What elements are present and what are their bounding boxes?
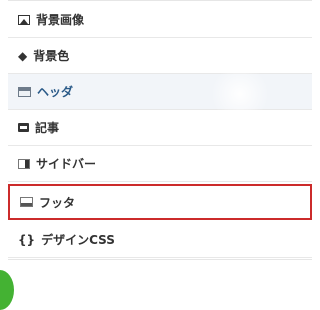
menu-item-label: 背景画像 [36, 13, 85, 27]
code-braces-icon: {} [18, 232, 36, 247]
menu-item-label: デザインCSS [41, 233, 115, 247]
menu-item-label: フッタ [39, 195, 76, 210]
menu-item-footer[interactable]: フッタ [8, 184, 312, 220]
paint-bucket-icon: ◆ [18, 48, 28, 63]
menu-item-background-color[interactable]: ◆ 背景色 [8, 38, 312, 74]
menu-item-background-image[interactable]: 背景画像 [8, 2, 312, 38]
sidebar-layout-icon [18, 158, 30, 169]
footer-layout-icon [20, 197, 33, 207]
article-icon [18, 123, 29, 132]
menu-item-label: ヘッダ [37, 85, 74, 99]
menu-item-label: サイドバー [36, 157, 97, 171]
header-layout-icon [18, 86, 31, 97]
menu-item-article[interactable]: 記事 [8, 110, 312, 146]
image-icon [18, 14, 30, 25]
menu-item-design-css[interactable]: {} デザインCSS [8, 222, 312, 258]
green-badge [0, 270, 14, 310]
bottom-divider [8, 259, 312, 260]
hover-glow [210, 66, 270, 122]
menu-item-label: 記事 [35, 121, 60, 135]
menu-item-label: 背景色 [33, 49, 70, 63]
menu-item-sidebar[interactable]: サイドバー [8, 146, 312, 182]
top-divider [8, 0, 312, 1]
